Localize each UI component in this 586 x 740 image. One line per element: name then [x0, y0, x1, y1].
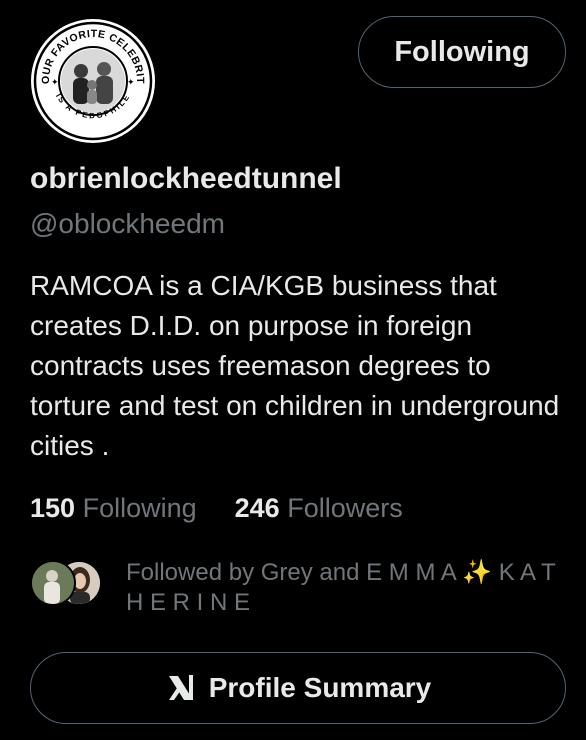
profile-bio: RAMCOA is a CIA/KGB business that create… — [30, 270, 560, 461]
svg-text:✦: ✦ — [127, 78, 135, 88]
followers-label: Followers — [287, 493, 403, 523]
followers-stat[interactable]: 246 Followers — [235, 493, 403, 524]
following-button[interactable]: Following — [358, 16, 566, 88]
following-label: Following — [82, 493, 197, 523]
follower-avatars — [30, 560, 110, 606]
follower-avatar — [30, 560, 76, 606]
avatar-badge: YOUR FAVORITE CELEBRITY IS A PEDOPHILE ✦… — [31, 19, 155, 143]
profile-stats: 150 Following 246 Followers — [30, 493, 403, 524]
xai-logo-icon — [168, 675, 193, 700]
followers-count: 246 — [234, 493, 280, 523]
profile-summary-button[interactable]: Profile Summary — [30, 652, 566, 724]
user-handle[interactable]: @oblockheedm — [30, 208, 225, 240]
profile-avatar[interactable]: YOUR FAVORITE CELEBRITY IS A PEDOPHILE ✦… — [28, 16, 158, 146]
following-stat[interactable]: 150 Following — [30, 493, 197, 524]
svg-text:✦: ✦ — [51, 78, 59, 88]
following-count: 150 — [30, 493, 76, 523]
followed-by-row[interactable]: Followed by Grey and E M M A ✨ K A T H E… — [30, 558, 566, 618]
display-name[interactable]: obrienlockheedtunnel — [30, 162, 342, 196]
followed-by-text: Followed by Grey and E M M A ✨ K A T H E… — [126, 559, 556, 616]
profile-summary-label: Profile Summary — [208, 672, 432, 703]
